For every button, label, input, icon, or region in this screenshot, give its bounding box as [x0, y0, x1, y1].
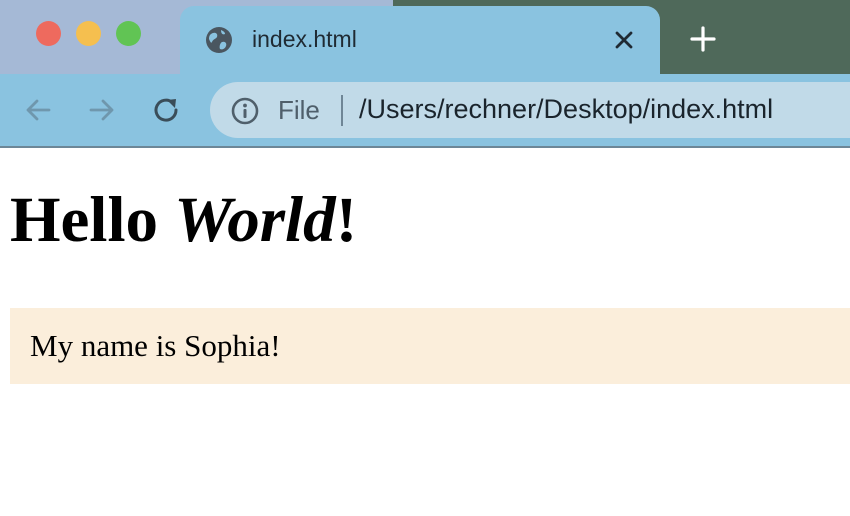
info-icon[interactable] — [230, 96, 260, 126]
browser-toolbar: File /Users/rechner/Desktop/index.html — [0, 74, 850, 148]
tab-title: index.html — [252, 26, 357, 52]
window-close-button[interactable] — [36, 21, 61, 46]
tab-active[interactable]: index.html — [180, 6, 660, 74]
tab-strip: index.html — [0, 0, 850, 74]
heading-suffix: ! — [335, 184, 358, 256]
arrow-right-icon[interactable] — [86, 94, 118, 126]
name-box: My name is Sophia! — [10, 308, 850, 384]
arrow-left-icon[interactable] — [22, 94, 54, 126]
url-text[interactable]: /Users/rechner/Desktop/index.html — [359, 94, 773, 125]
window-minimize-button[interactable] — [76, 21, 101, 46]
reload-icon[interactable] — [150, 94, 182, 126]
address-bar[interactable]: File /Users/rechner/Desktop/index.html — [210, 82, 850, 138]
close-icon[interactable] — [612, 28, 636, 52]
heading-text: Hello — [10, 184, 175, 256]
omnibox-divider — [341, 95, 343, 126]
page-heading: Hello World! — [10, 188, 357, 253]
name-paragraph: My name is Sophia! — [30, 328, 281, 363]
window-maximize-button[interactable] — [116, 21, 141, 46]
page-viewport: Hello World! My name is Sophia! — [0, 148, 850, 516]
plus-icon[interactable] — [688, 24, 718, 54]
globe-icon — [206, 27, 232, 53]
url-scheme-label: File — [278, 95, 320, 125]
heading-emphasis: World — [174, 184, 336, 256]
